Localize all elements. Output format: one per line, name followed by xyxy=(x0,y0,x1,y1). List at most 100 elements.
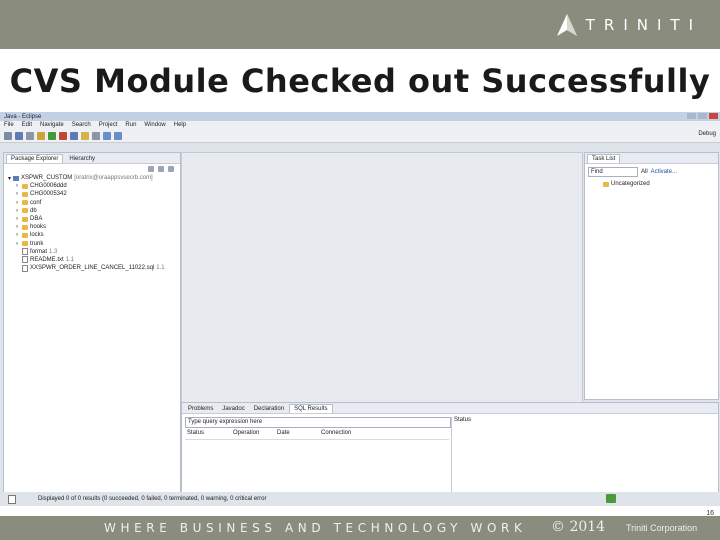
status-header: Status xyxy=(454,417,472,423)
tab-hierarchy[interactable]: Hierarchy xyxy=(65,155,100,163)
debug-icon[interactable] xyxy=(37,131,45,140)
brand-logo: TRINITI xyxy=(554,12,702,38)
perspective-label: Debug xyxy=(698,131,716,137)
collapse-all-icon[interactable] xyxy=(148,166,154,172)
window-title: Java - Eclipse xyxy=(4,113,42,120)
tree-item-revision: 1.3 xyxy=(49,248,58,255)
tab-sql-results[interactable]: SQL Results xyxy=(289,404,333,413)
folder-icon xyxy=(22,224,28,230)
root-name: XSPWR_CUSTOM xyxy=(21,175,73,182)
print-icon[interactable] xyxy=(26,131,34,140)
perspective-debug[interactable]: Debug xyxy=(698,131,716,137)
package-explorer-tabs: Package Explorer Hierarchy xyxy=(4,153,180,164)
col-operation[interactable]: Operation xyxy=(231,430,275,439)
expand-icon[interactable]: › xyxy=(16,183,20,189)
package-explorer-toolbar xyxy=(4,164,180,174)
tree-row-root[interactable]: ▾ XSPWR_CUSTOM [oratrix@oraappsvsecrb.co… xyxy=(8,174,180,182)
tab-declaration[interactable]: Declaration xyxy=(250,405,288,413)
tree-row[interactable]: › trunk xyxy=(8,240,180,248)
save-icon[interactable] xyxy=(15,131,23,140)
new-class-icon[interactable] xyxy=(70,131,78,140)
cvs-status-icon[interactable] xyxy=(606,494,616,503)
open-type-icon[interactable] xyxy=(81,131,89,140)
expand-icon[interactable]: ▾ xyxy=(8,175,11,182)
status-icon xyxy=(8,495,16,504)
tree-item-label: XXSPWR_ORDER_LINE_CANCEL_11022.sql xyxy=(30,265,155,272)
tree-item-label: format xyxy=(30,248,48,255)
new-icon[interactable] xyxy=(4,131,12,140)
tree-item-label: conf xyxy=(30,199,42,206)
page-number: 16 xyxy=(706,510,714,517)
col-date[interactable]: Date xyxy=(275,430,319,439)
task-find-row: Find All Activate... xyxy=(585,164,718,180)
menu-window[interactable]: Window xyxy=(144,122,165,128)
tab-javadoc[interactable]: Javadoc xyxy=(218,405,248,413)
run-icon[interactable] xyxy=(48,131,56,140)
main-toolbar: Debug xyxy=(0,129,720,143)
search-icon[interactable] xyxy=(92,131,100,140)
category-label: Uncategorized xyxy=(611,181,650,188)
expand-icon[interactable]: › xyxy=(16,224,20,230)
tree-row[interactable]: › CHG0006ddd xyxy=(8,182,180,190)
tree-row[interactable]: › hooks xyxy=(8,223,180,231)
tab-package-explorer[interactable]: Package Explorer xyxy=(6,154,64,163)
task-find-input[interactable]: Find xyxy=(588,167,638,177)
view-menu-icon[interactable] xyxy=(168,166,174,172)
menu-help[interactable]: Help xyxy=(174,122,186,128)
expand-icon[interactable]: › xyxy=(16,216,20,222)
activate-label[interactable]: Activate... xyxy=(651,169,677,175)
link-editor-icon[interactable] xyxy=(158,166,164,172)
col-status[interactable]: Status xyxy=(185,430,231,439)
all-label[interactable]: All xyxy=(641,169,648,175)
menu-navigate[interactable]: Navigate xyxy=(40,122,64,128)
menu-project[interactable]: Project xyxy=(99,122,118,128)
tree-row[interactable]: › locks xyxy=(8,231,180,239)
tree-item-revision: 1.1 xyxy=(156,265,165,272)
expand-icon[interactable]: › xyxy=(16,191,20,197)
tree-items: › CHG0006ddd › CHG0005342 › conf › db › DBA › hooks… xyxy=(8,182,180,272)
tree-item-label: db xyxy=(30,207,37,214)
tree-item-label: locks xyxy=(30,232,44,239)
menu-run[interactable]: Run xyxy=(125,122,136,128)
sql-results-panel: Problems Javadoc Declaration SQL Results… xyxy=(181,402,719,502)
expand-icon[interactable]: › xyxy=(16,232,20,238)
expand-icon[interactable]: › xyxy=(16,241,20,247)
footer-company: Triniti Corporation xyxy=(626,523,698,533)
footer-tagline: WHERE BUSINESS AND TECHNOLOGY WORK xyxy=(104,521,527,535)
folder-icon xyxy=(22,216,28,222)
tree-item-label: DBA xyxy=(30,216,43,223)
tab-task-list[interactable]: Task List xyxy=(587,154,621,163)
menu-edit[interactable]: Edit xyxy=(22,122,32,128)
minimize-button[interactable] xyxy=(687,113,696,119)
status-message: Displayed 0 of 0 results (0 succeeded, 0… xyxy=(38,496,267,502)
copyright-symbol: © xyxy=(551,519,565,535)
close-button[interactable] xyxy=(709,113,718,119)
back-icon[interactable] xyxy=(103,131,111,140)
folder-icon xyxy=(22,191,28,197)
tree-row[interactable]: › CHG0005342 xyxy=(8,190,180,198)
tree-row[interactable]: › DBA xyxy=(8,215,180,223)
tab-problems[interactable]: Problems xyxy=(184,405,217,413)
tree-row[interactable]: › db xyxy=(8,207,180,215)
menu-file[interactable]: File xyxy=(4,122,14,128)
folder-icon xyxy=(22,200,28,206)
external-tools-icon[interactable] xyxy=(59,131,67,140)
menu-search[interactable]: Search xyxy=(72,122,91,128)
footer-banner: WHERE BUSINESS AND TECHNOLOGY WORK © 201… xyxy=(0,516,720,540)
expand-icon[interactable]: › xyxy=(16,200,20,206)
forward-icon[interactable] xyxy=(114,131,122,140)
tree-row[interactable]: XXSPWR_ORDER_LINE_CANCEL_11022.sql 1.1 xyxy=(8,264,180,272)
folder-icon xyxy=(22,208,28,214)
task-category[interactable]: Uncategorized xyxy=(585,180,718,188)
query-expression-input[interactable]: Type query expression here xyxy=(185,417,451,428)
expand-icon[interactable]: › xyxy=(16,208,20,214)
tree-item-label: trunk xyxy=(30,240,44,247)
status-pane: Status xyxy=(451,417,714,497)
folder-icon xyxy=(22,183,28,189)
folder-icon xyxy=(22,241,28,247)
maximize-button[interactable] xyxy=(698,113,707,119)
tree-row[interactable]: › conf xyxy=(8,199,180,207)
tree-row[interactable]: README.txt 1.1 xyxy=(8,256,180,264)
col-connection[interactable]: Connection xyxy=(319,430,381,439)
tree-row[interactable]: format 1.3 xyxy=(8,248,180,256)
